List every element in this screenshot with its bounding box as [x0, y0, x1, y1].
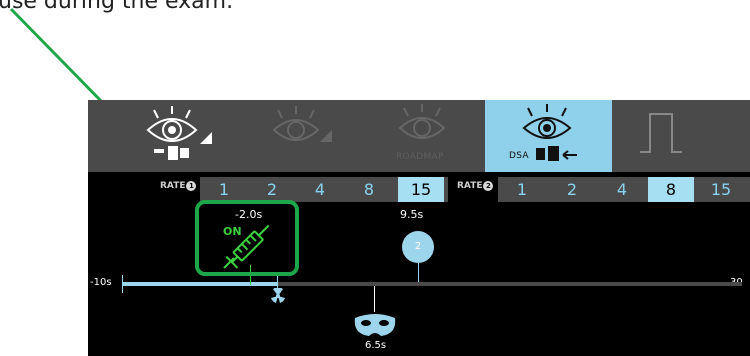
rate-badge: 2 — [483, 181, 494, 191]
phase2-time: 9.5s — [400, 208, 424, 221]
mode-fluoro-store[interactable] — [88, 100, 220, 172]
mode-roadmap[interactable]: ROADMAP — [352, 100, 484, 172]
rate-badge: 1 — [186, 181, 197, 191]
rate-option[interactable]: 8 — [344, 177, 394, 202]
mode-dsa[interactable]: DSA — [485, 100, 612, 172]
pulse-icon — [640, 113, 682, 153]
rate-option[interactable]: 4 — [598, 177, 646, 202]
rate-option[interactable]: 15 — [696, 177, 746, 202]
rate-1-label: RATE 1 — [160, 181, 197, 191]
rate-option-selected[interactable]: 15 — [398, 177, 444, 202]
timeline-start-label: -10s — [90, 277, 112, 288]
rate-label-text: RATE — [160, 181, 186, 191]
mask-time: 6.5s — [365, 340, 387, 351]
rate-option[interactable]: 2 — [248, 177, 296, 202]
mode-label: DSA — [509, 151, 529, 161]
mode-bar: ROADMAP DSA — [88, 100, 750, 172]
mode-pulse[interactable] — [612, 100, 750, 172]
exam-panel: ROADMAP DSA RATE 1 1 2 4 8 15 RATE 2 1 2… — [88, 100, 750, 356]
rate-label-text: RATE — [457, 181, 483, 191]
eye-dim-icon — [272, 106, 332, 142]
timeline-start-tick — [122, 275, 123, 293]
eye-store-icon — [146, 106, 212, 160]
timeline-progress — [122, 282, 278, 286]
rate-option-selected[interactable]: 8 — [648, 177, 694, 202]
mask-icon[interactable] — [353, 312, 397, 338]
rate-2-selector: 1 2 4 8 15 — [498, 177, 750, 202]
rate-option[interactable]: 1 — [200, 177, 248, 202]
phase-2-marker[interactable]: 2 — [402, 231, 434, 263]
mask-tick — [374, 286, 375, 312]
rate-1-selector: 1 2 4 8 15 — [200, 177, 448, 202]
phase-2-tick — [418, 263, 419, 282]
radiation-icon — [271, 288, 285, 303]
rate-2-label: RATE 2 — [457, 181, 494, 191]
injector-highlight-box — [195, 200, 299, 276]
rate-option[interactable]: 4 — [296, 177, 344, 202]
rate-option[interactable]: 2 — [546, 177, 598, 202]
mode-label: ROADMAP — [396, 152, 444, 162]
eye-dsa-icon — [522, 104, 577, 161]
rate-option[interactable]: 1 — [498, 177, 546, 202]
mode-fluoro[interactable] — [220, 100, 352, 172]
